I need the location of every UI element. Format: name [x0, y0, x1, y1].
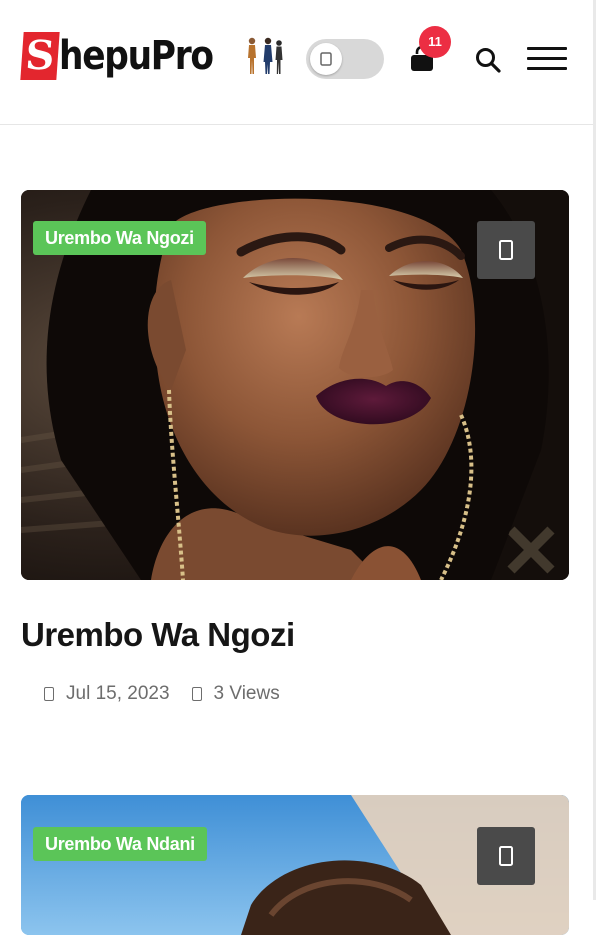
post-title[interactable]: Urembo Wa Ngozi: [21, 612, 295, 658]
post-category-badge[interactable]: Urembo Wa Ngozi: [33, 221, 206, 255]
toggle-knob: [310, 43, 342, 75]
logo-figures-icon: [248, 37, 283, 74]
site-logo[interactable]: S hepuPro: [20, 32, 283, 80]
hamburger-menu-icon[interactable]: [527, 44, 567, 74]
calendar-icon: [44, 687, 54, 701]
search-icon[interactable]: [473, 45, 503, 75]
post-views: 3 Views: [213, 683, 280, 704]
menu-line: [527, 67, 567, 70]
site-header: S hepuPro 11: [0, 0, 593, 125]
dark-mode-toggle[interactable]: [306, 39, 384, 79]
logo-s-box: S: [20, 32, 60, 80]
views-icon: [191, 687, 202, 701]
bookmark-icon: [499, 846, 513, 866]
mode-icon: [320, 52, 332, 66]
post-meta: Jul 15, 2023 3 Views: [44, 682, 280, 706]
post-date: Jul 15, 2023: [66, 683, 170, 704]
bookmark-button[interactable]: [477, 221, 535, 279]
menu-line: [527, 57, 567, 60]
bookmark-icon: [499, 240, 513, 260]
menu-line: [527, 47, 567, 50]
logo-text: hepuPro: [59, 33, 214, 79]
post-category-badge[interactable]: Urembo Wa Ndani: [33, 827, 207, 861]
cart-count-badge: 11: [419, 26, 451, 58]
bookmark-button[interactable]: [477, 827, 535, 885]
